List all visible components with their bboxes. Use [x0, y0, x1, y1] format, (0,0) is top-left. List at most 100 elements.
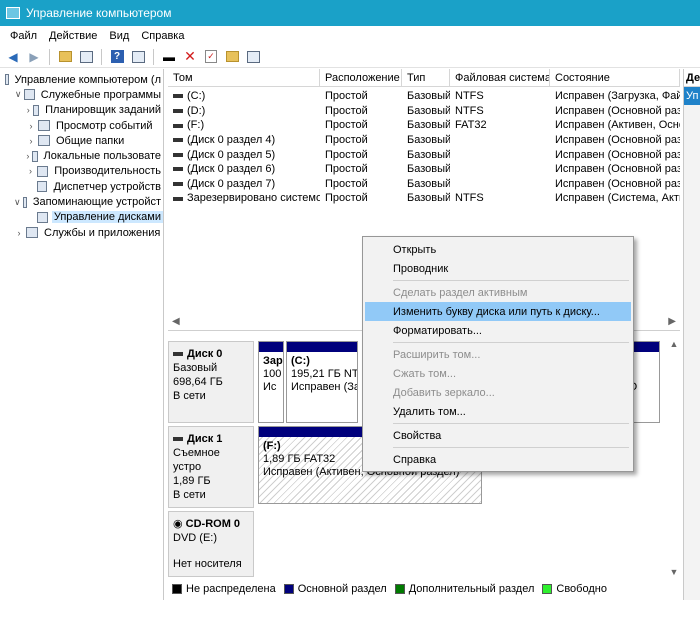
tree-node-icon [36, 211, 48, 223]
volume-row[interactable]: (Диск 0 раздел 4) Простой Базовый Исправен … [168, 133, 680, 148]
cdrom-label[interactable]: ◉ CD-ROM 0 DVD (E:) Нет носителя [168, 511, 254, 577]
legend-swatch [542, 584, 553, 594]
up-folder-icon[interactable] [56, 48, 74, 66]
collapsed-chevron-icon[interactable]: › [26, 151, 30, 161]
context-menu-item[interactable]: Справка [365, 450, 631, 469]
tree-item-label: Служебные программы [40, 88, 161, 101]
tree-item[interactable]: › Просмотр событий [0, 118, 163, 133]
tree-node-icon [36, 181, 48, 193]
volume-row[interactable]: (F:) Простой Базовый FAT32 Исправен (Активен… [168, 118, 680, 133]
legend-swatch [172, 584, 182, 594]
tree-item[interactable]: › Службы и приложения [0, 225, 163, 240]
volume-cell: Базовый [407, 192, 450, 205]
context-menu-item[interactable]: Открыть [365, 240, 631, 259]
volume-cell: Исправен (Активен, Осно [555, 119, 680, 132]
window-title: Управление компьютером [26, 6, 172, 20]
cdrom-name: CD-ROM 0 [185, 518, 241, 530]
collapsed-chevron-icon[interactable]: › [26, 136, 36, 146]
tree-item[interactable]: Диспетчер устройств [0, 179, 163, 194]
legend-label: Свободно [556, 583, 607, 595]
legend: Не распределена Основной раздел Дополнител… [168, 580, 680, 598]
tree-item[interactable]: › Общие папки [0, 133, 163, 148]
menu-help[interactable]: Справка [135, 30, 190, 42]
volume-name: (D:) [187, 104, 206, 117]
context-menu-item: Расширить том... [393, 348, 481, 361]
partition-label: (C:) [291, 355, 310, 367]
tree-node-icon [31, 150, 38, 162]
partition-c[interactable]: (C:) 195,21 ГБ NTI Исправен (За [286, 341, 358, 423]
disk-1-label[interactable]: Диск 1 Съемное устро 1,89 ГБ В сети [168, 426, 254, 508]
collapsed-chevron-icon[interactable]: › [26, 121, 36, 131]
volume-name-cell: (Диск 0 раздел 4) [168, 134, 320, 146]
volume-name: (Диск 0 раздел 5) [187, 148, 276, 161]
tree-item[interactable]: Управление компьютером (л [0, 72, 163, 87]
column-header-filesystem[interactable]: Файловая система [450, 69, 550, 86]
disk-0-status: В сети [173, 390, 206, 402]
tree-item[interactable]: › Планировщик заданий [0, 103, 163, 118]
tree-node-icon [37, 165, 49, 177]
context-menu-item[interactable]: Проводник [365, 259, 631, 278]
volume-row[interactable]: (Диск 0 раздел 7) Простой Базовый Исправен … [168, 177, 680, 192]
scroll-left-icon[interactable]: ◀ [172, 316, 180, 327]
collapsed-chevron-icon[interactable]: › [26, 105, 31, 115]
expanded-chevron-icon[interactable]: ∨ [14, 197, 21, 208]
checklist-icon[interactable]: ✓ [202, 48, 220, 66]
collapsed-chevron-icon[interactable]: › [14, 228, 24, 238]
tree-item[interactable]: Управление дисками [0, 210, 163, 225]
toolbar-divider [153, 48, 154, 65]
tree-item[interactable]: › Локальные пользовате [0, 148, 163, 163]
properties-icon[interactable] [244, 48, 262, 66]
partition-status: Исправен (За [291, 381, 358, 393]
volume-cell: Базовый [407, 90, 450, 103]
disk-1-status: В сети [173, 489, 206, 501]
search-folder-icon[interactable] [223, 48, 241, 66]
volume-row[interactable]: (C:) Простой Базовый NTFS Исправен (Загрузка… [168, 89, 680, 104]
volume-icon [173, 167, 183, 172]
tree-item[interactable]: ∨ Служебные программы [0, 87, 163, 102]
context-menu-item[interactable]: Изменить букву диска или путь к диску... [365, 302, 631, 321]
scroll-down-icon[interactable]: ▼ [670, 567, 679, 577]
expanded-chevron-icon[interactable]: ∨ [14, 89, 22, 100]
context-menu-item[interactable]: Свойства [365, 426, 631, 445]
partition-status: Ис [263, 381, 277, 393]
column-header-status[interactable]: Состояние [550, 69, 680, 86]
volume-name: (Диск 0 раздел 7) [187, 177, 276, 190]
context-menu-item[interactable]: Форматировать... [365, 321, 631, 340]
partition-size: 195,21 ГБ NTI [291, 368, 358, 380]
partition-system-reserved[interactable]: Зар 100 Ис [258, 341, 284, 423]
column-header-layout[interactable]: Расположение [320, 69, 402, 86]
disk-0-label[interactable]: Диск 0 Базовый 698,64 ГБ В сети [168, 341, 254, 423]
disk-icon [173, 352, 183, 357]
forward-arrow-icon[interactable]: ▶ [25, 48, 43, 66]
connect-icon[interactable]: ▬ [160, 48, 178, 66]
volume-row[interactable]: (D:) Простой Базовый NTFS Исправен (Основной… [168, 104, 680, 119]
action-pane-icon[interactable] [129, 48, 147, 66]
context-menu-item[interactable]: Удалить том... [365, 402, 631, 421]
tree-item-label: Диспетчер устройств [53, 180, 161, 193]
menu-file[interactable]: Файл [4, 30, 43, 42]
vertical-scrollbar[interactable]: ▲ ▼ [668, 337, 680, 579]
collapsed-chevron-icon[interactable]: › [26, 166, 35, 176]
tree-item[interactable]: ∨ Запоминающие устройст [0, 194, 163, 209]
partition-label: Зар [263, 355, 283, 367]
volume-row[interactable]: Зарезервировано системой Простой Базовый NT… [168, 191, 680, 206]
menu-action[interactable]: Действие [43, 30, 103, 42]
delete-icon[interactable]: ✕ [181, 48, 199, 66]
column-header-type[interactable]: Тип [402, 69, 450, 86]
menu-separator [393, 423, 629, 424]
volume-row[interactable]: (Диск 0 раздел 5) Простой Базовый Исправен … [168, 147, 680, 162]
back-arrow-icon[interactable]: ◀ [4, 48, 22, 66]
scroll-up-icon[interactable]: ▲ [670, 339, 679, 349]
help-icon[interactable]: ? [108, 48, 126, 66]
actions-header: Де [684, 69, 700, 87]
context-menu-item: Сжать том... [393, 367, 457, 380]
volume-cell: Исправен (Система, Акти [555, 192, 680, 205]
column-header-volume[interactable]: Том [168, 69, 320, 86]
cdrom-type: DVD (E:) [173, 532, 217, 544]
console-tree-icon[interactable] [77, 48, 95, 66]
menu-view[interactable]: Вид [103, 30, 135, 42]
actions-selected-item[interactable]: Уп [684, 87, 700, 105]
volume-row[interactable]: (Диск 0 раздел 6) Простой Базовый Исправен … [168, 162, 680, 177]
tree-item[interactable]: › Производительность [0, 164, 163, 179]
scroll-right-icon[interactable]: ▶ [668, 316, 676, 327]
